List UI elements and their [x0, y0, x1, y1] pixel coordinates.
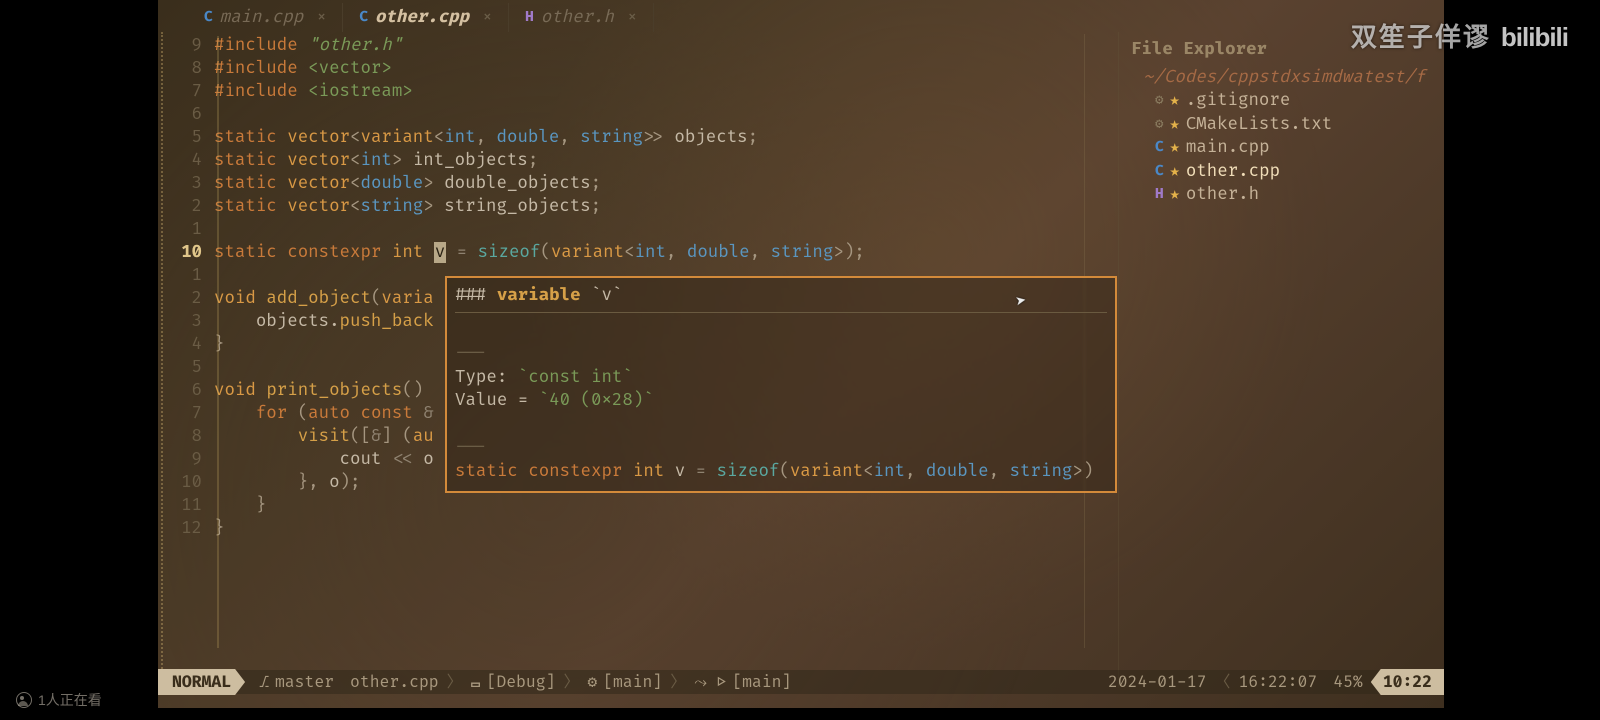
line-number: 4	[158, 333, 202, 356]
popup-type-label: Type:	[455, 367, 518, 388]
line-number: 6	[158, 379, 202, 402]
line-number: 10	[158, 471, 202, 494]
file-tree-item[interactable]: C ★ other.cpp	[1129, 160, 1436, 183]
breadcrumb-main1[interactable]: ⚙ [main]	[579, 671, 670, 693]
code-line[interactable]: }	[214, 494, 1118, 517]
close-icon[interactable]: ×	[627, 6, 637, 29]
code-line[interactable]: }	[214, 517, 1118, 540]
app-window: C main.cpp × C other.cpp × H other.h × 9…	[158, 0, 1444, 708]
star-icon: ★	[1169, 89, 1179, 112]
status-percent: 45%	[1325, 671, 1371, 693]
popup-dash: ---	[455, 342, 1107, 365]
popup-signature: static constexpr int v = sizeof(variant<…	[455, 460, 1107, 483]
code-line[interactable]	[214, 103, 1118, 126]
file-tree-item[interactable]: ⚙ ★ .gitignore	[1129, 89, 1436, 112]
branch-name: master	[275, 671, 334, 693]
line-number: 11	[158, 494, 202, 517]
tab-bar: C main.cpp × C other.cpp × H other.h ×	[158, 0, 1444, 32]
close-icon[interactable]: ×	[482, 6, 492, 29]
code-line[interactable]: #include "other.h"	[214, 34, 1118, 57]
status-date: 2024-01-17	[1100, 671, 1214, 693]
file-name: other.h	[1186, 183, 1259, 206]
popup-type-val: `const int`	[518, 367, 633, 388]
breadcrumb-file[interactable]: other.cpp	[342, 671, 447, 693]
star-icon: ★	[1169, 113, 1179, 136]
cpp-icon: C	[204, 8, 213, 27]
popup-value-label: Value =	[455, 390, 539, 411]
vim-mode: NORMAL	[158, 669, 245, 695]
code-line[interactable]: static vector<int> int_objects;	[214, 149, 1118, 172]
code-line[interactable]: static constexpr int v = sizeof(variant<…	[214, 241, 1118, 264]
line-number: 6	[158, 103, 202, 126]
popup-value-val: `40 (0x28)`	[539, 390, 654, 411]
code-line[interactable]: static vector<variant<int, double, strin…	[214, 126, 1118, 149]
video-watermark: 双笙子佯谬bilibili	[1351, 20, 1568, 56]
line-number: 2	[158, 195, 202, 218]
file-tree-item[interactable]: H ★ other.h	[1129, 183, 1436, 206]
file-tree-item[interactable]: C ★ main.cpp	[1129, 136, 1436, 159]
tab-label: other.cpp	[375, 6, 469, 29]
file-name: .gitignore	[1186, 89, 1291, 112]
line-number: 12	[158, 517, 202, 540]
cpp-icon: C	[359, 8, 368, 27]
tab-other-cpp[interactable]: C other.cpp ×	[343, 3, 509, 32]
branch-icon: ⎇	[259, 671, 269, 693]
breadcrumb-run[interactable]: ⤳ ▷ [main]	[686, 671, 799, 693]
close-icon[interactable]: ×	[316, 6, 326, 29]
cpp-icon: C	[1155, 162, 1164, 181]
file-explorer-path: ~/Codes/cppstdxsimdwatest/f	[1129, 66, 1436, 89]
viewer-count: 1人正在看	[16, 691, 102, 710]
star-icon: ★	[1170, 183, 1180, 206]
status-time: 16:22:07	[1230, 671, 1325, 693]
line-number: 1	[158, 264, 202, 287]
popup-header-kw: variable	[497, 285, 581, 306]
popup-dash: ---	[455, 436, 1107, 459]
line-number: 10	[158, 241, 202, 264]
tab-main-cpp[interactable]: C main.cpp ×	[188, 3, 343, 32]
h-icon: H	[525, 8, 534, 27]
tab-label: other.h	[541, 6, 614, 29]
file-explorer[interactable]: File Explorer ~/Codes/cppstdxsimdwatest/…	[1118, 32, 1444, 688]
file-name: CMakeLists.txt	[1186, 113, 1332, 136]
code-line[interactable]: #include <iostream>	[214, 80, 1118, 103]
code-line[interactable]: static vector<string> string_objects;	[214, 195, 1118, 218]
h-icon: H	[1155, 185, 1164, 204]
line-number: 7	[158, 402, 202, 425]
gear-icon: ⚙	[1155, 115, 1163, 134]
popup-header-name: `v`	[581, 285, 623, 306]
line-number: 9	[158, 448, 202, 471]
git-branch[interactable]: ⎇ master	[251, 671, 342, 693]
popup-separator	[455, 312, 1107, 313]
line-number: 9	[158, 34, 202, 57]
line-gutter: 98765432110123456789101112	[158, 34, 214, 688]
line-number: 5	[158, 356, 202, 379]
file-name: other.cpp	[1186, 160, 1280, 183]
star-icon: ★	[1170, 160, 1180, 183]
line-number: 7	[158, 80, 202, 103]
popup-header-prefix: ###	[455, 285, 497, 306]
breadcrumb-debug[interactable]: ▭ [Debug]	[463, 671, 564, 693]
status-bar: NORMAL ⎇ master other.cpp 〉 ▭ [Debug] 〉 …	[158, 670, 1444, 694]
editor-pane[interactable]: 98765432110123456789101112 #include "oth…	[158, 32, 1118, 688]
line-number: 3	[158, 172, 202, 195]
cpp-icon: C	[1155, 138, 1164, 157]
code-line[interactable]: static vector<double> double_objects;	[214, 172, 1118, 195]
line-number: 3	[158, 310, 202, 333]
file-tree-item[interactable]: ⚙ ★ CMakeLists.txt	[1129, 113, 1436, 136]
code-line[interactable]: #include <vector>	[214, 57, 1118, 80]
line-number: 2	[158, 287, 202, 310]
tab-other-h[interactable]: H other.h ×	[509, 3, 654, 32]
line-number: 8	[158, 57, 202, 80]
code-line[interactable]	[214, 218, 1118, 241]
person-icon	[16, 692, 32, 708]
line-number: 4	[158, 149, 202, 172]
file-name: main.cpp	[1186, 136, 1270, 159]
tab-label: main.cpp	[220, 6, 304, 29]
gear-icon: ⚙	[1155, 91, 1163, 110]
status-position: 10:22	[1371, 669, 1444, 695]
line-number: 5	[158, 126, 202, 149]
line-number: 1	[158, 218, 202, 241]
line-number: 8	[158, 425, 202, 448]
star-icon: ★	[1170, 136, 1180, 159]
